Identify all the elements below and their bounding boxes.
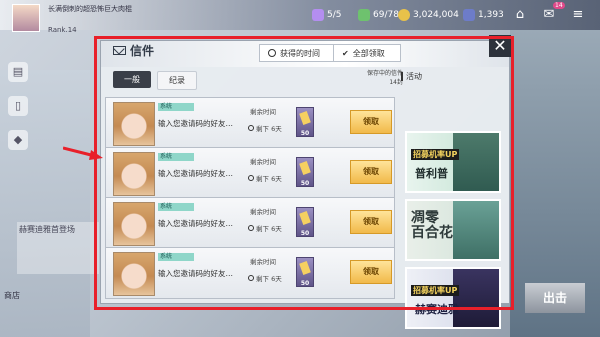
sender-avatar bbox=[113, 102, 155, 146]
dialog-title: 信件 bbox=[113, 42, 154, 59]
banner-name: 普利普 bbox=[415, 167, 448, 180]
drop-icon[interactable]: ◆ bbox=[8, 130, 28, 150]
checkmark-icon: ✔ bbox=[342, 48, 349, 58]
player-avatar[interactable] bbox=[12, 4, 40, 32]
tab-records[interactable]: 纪录 bbox=[157, 71, 197, 90]
envelope-icon bbox=[113, 46, 126, 55]
claim-button[interactable]: 领取 bbox=[350, 110, 392, 134]
time-remaining: 剩下 6天 bbox=[248, 223, 282, 233]
banner-tag: 招募机率UP bbox=[411, 285, 460, 296]
banner-character-image bbox=[453, 201, 499, 259]
mail-subject: 输入您邀请码的好友… bbox=[158, 119, 233, 128]
sender-tag: 系统 bbox=[158, 253, 194, 261]
banner-character-image bbox=[453, 269, 499, 327]
activity-banner-recruit-hesedia[interactable]: 招募机率UP 赫赛迪雅 bbox=[405, 267, 501, 329]
title-bar-icon bbox=[401, 72, 403, 81]
coin-icon bbox=[398, 9, 410, 21]
tab-general[interactable]: 一般 bbox=[113, 71, 151, 88]
activity-title: 活动 bbox=[401, 71, 422, 82]
claim-button[interactable]: 领取 bbox=[350, 210, 392, 234]
claim-button[interactable]: 领取 bbox=[350, 260, 392, 284]
sender-tag: 系统 bbox=[158, 153, 194, 161]
mail-tabs: 一般 纪录 bbox=[113, 71, 197, 90]
activity-banner-recruit-pulip[interactable]: 招募机率UP 普利普 bbox=[405, 131, 501, 193]
resource-energy[interactable]: 5/5 bbox=[312, 9, 341, 21]
attachment-quantity: 50 bbox=[300, 230, 310, 237]
mail-subject: 输入您邀请码的好友… bbox=[158, 269, 233, 278]
mail-subject: 输入您邀请码的好友… bbox=[158, 169, 233, 178]
mail-icon[interactable]: ✉ bbox=[541, 7, 557, 23]
mail-dialog: 信件 获得的时间 ✔ 全部领取 ✕ 一般 纪录 保存中的信件 14封 系统 输入… bbox=[100, 35, 511, 329]
top-status-bar: 长满倒刺的超恐怖巨大肉棍 Rank.14 5/5 69/78 3,024,004… bbox=[0, 0, 600, 34]
saved-mail-info: 保存中的信件 14封 bbox=[363, 69, 403, 87]
sort-by-time-button[interactable]: 获得的时间 bbox=[259, 44, 341, 62]
time-remaining: 剩下 6天 bbox=[248, 273, 282, 283]
time-label: 剩余时间 bbox=[250, 108, 276, 116]
attachment-quantity: 50 bbox=[300, 180, 310, 187]
home-icon[interactable]: ⌂ bbox=[512, 7, 528, 23]
shop-label[interactable]: 商店 bbox=[4, 290, 20, 301]
clock-icon bbox=[248, 125, 254, 131]
gem-icon bbox=[463, 9, 475, 21]
time-remaining: 剩下 6天 bbox=[248, 123, 282, 133]
time-label: 剩余时间 bbox=[250, 208, 276, 216]
claim-button[interactable]: 领取 bbox=[350, 160, 392, 184]
sender-avatar bbox=[113, 202, 155, 246]
mail-row[interactable]: 系统 输入您邀请码的好友… 剩余时间 剩下 6天 50 领取 bbox=[105, 197, 395, 249]
mail-list: 系统 输入您邀请码的好友… 剩余时间 剩下 6天 50 领取 系统 输入您邀请码… bbox=[105, 97, 397, 299]
left-side-menu: ▤ ▯ ◆ bbox=[5, 62, 31, 182]
phone-icon[interactable]: ▯ bbox=[8, 96, 28, 116]
time-label: 剩余时间 bbox=[250, 158, 276, 166]
time-remaining: 剩下 6天 bbox=[248, 173, 282, 183]
activity-panel: 活动 招募机率UP 普利普 凋零 百合花 招募机率UP 赫赛迪雅 bbox=[401, 71, 503, 329]
attachment-quantity: 50 bbox=[300, 280, 310, 287]
sender-avatar bbox=[113, 252, 155, 296]
menu-icon[interactable]: ≡ bbox=[570, 7, 586, 23]
banner-tag: 招募机率UP bbox=[411, 149, 460, 160]
time-label: 剩余时间 bbox=[250, 258, 276, 266]
resource-stamina[interactable]: 69/78 bbox=[358, 9, 399, 21]
clock-icon bbox=[248, 175, 254, 181]
mail-row[interactable]: 系统 输入您邀请码的好友… 剩余时间 剩下 6天 50 领取 bbox=[105, 97, 395, 149]
left-event-banner[interactable]: 赫赛迪雅首登场 bbox=[17, 222, 99, 274]
dialog-title-text: 信件 bbox=[130, 44, 155, 58]
clock-icon bbox=[248, 275, 254, 281]
player-rank: Rank.14 bbox=[48, 26, 77, 34]
sender-avatar bbox=[113, 152, 155, 196]
banner-title: 凋零 百合花 bbox=[411, 210, 453, 241]
mail-subject: 输入您邀请码的好友… bbox=[158, 219, 233, 228]
close-icon[interactable]: ✕ bbox=[489, 35, 511, 57]
sender-tag: 系统 bbox=[158, 203, 194, 211]
clock-icon bbox=[248, 225, 254, 231]
player-name: 长满倒刺的超恐怖巨大肉棍 bbox=[48, 5, 132, 13]
sender-tag: 系统 bbox=[158, 103, 194, 111]
dialog-header: 信件 获得的时间 ✔ 全部领取 ✕ bbox=[101, 35, 511, 67]
stamina-icon bbox=[358, 9, 370, 21]
red-arrow-icon bbox=[63, 146, 103, 160]
attachment-quantity: 50 bbox=[300, 130, 310, 137]
mail-row[interactable]: 系统 输入您邀请码的好友… 剩余时间 剩下 6天 50 领取 bbox=[105, 147, 395, 199]
book-icon[interactable]: ▤ bbox=[8, 62, 28, 82]
banner-character-image bbox=[453, 133, 499, 191]
energy-icon bbox=[312, 9, 324, 21]
mail-badge: 14 bbox=[553, 2, 565, 9]
stopwatch-icon bbox=[268, 49, 276, 57]
activity-banner-withered-lily[interactable]: 凋零 百合花 bbox=[405, 199, 501, 261]
saved-mail-count: 14封 bbox=[389, 79, 403, 86]
resource-gem[interactable]: 1,393 bbox=[463, 9, 504, 21]
resource-coin[interactable]: 3,024,004 bbox=[398, 9, 459, 21]
sortie-button[interactable]: 出击 bbox=[525, 283, 585, 313]
claim-all-button[interactable]: ✔ 全部领取 bbox=[333, 44, 401, 62]
saved-mail-label: 保存中的信件 bbox=[366, 70, 403, 77]
banner-name: 赫赛迪雅 bbox=[415, 303, 459, 316]
mail-row[interactable]: 系统 输入您邀请码的好友… 剩余时间 剩下 6天 50 领取 bbox=[105, 247, 395, 299]
